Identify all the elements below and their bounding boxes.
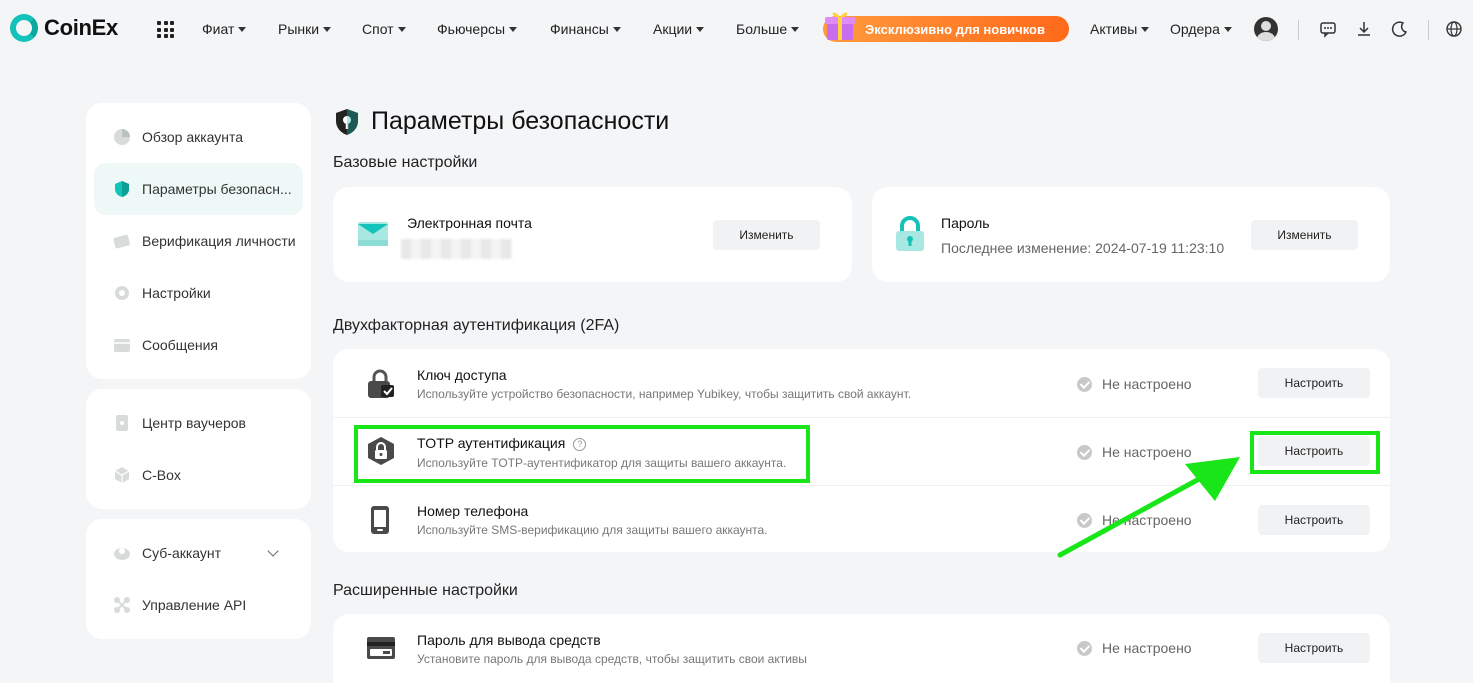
security-shield-icon: [336, 109, 358, 135]
sidebar-item-verification[interactable]: Верификация личности: [94, 215, 303, 267]
row-divider: [333, 485, 1390, 486]
download-icon[interactable]: [1355, 20, 1373, 38]
nav-more[interactable]: Больше: [736, 21, 800, 37]
sidebar-advanced-group: Суб-аккаунт Управление API: [86, 519, 311, 639]
advanced-settings-heading: Расширенные настройки: [333, 582, 518, 599]
sidebar-item-api[interactable]: Управление API: [94, 579, 303, 631]
promo-label: Эксклюзивно для новичков: [865, 21, 1045, 37]
nav-finance[interactable]: Финансы: [550, 21, 621, 37]
nav-divider: [1298, 20, 1299, 40]
chevron-down-icon: [509, 26, 518, 32]
chevron-down-icon[interactable]: [267, 545, 279, 557]
check-circle-icon: [1077, 376, 1092, 392]
gift-icon: [825, 12, 855, 40]
sub-account-icon: [114, 548, 130, 560]
sidebar-item-vouchers[interactable]: Центр ваучеров: [94, 397, 303, 449]
setup-withdrawal-password-button[interactable]: Настроить: [1258, 633, 1370, 663]
newcomer-promo-banner[interactable]: Эксклюзивно для новичков: [823, 12, 1069, 42]
email-value-masked: [401, 239, 512, 259]
basic-settings-heading: Базовые настройки: [333, 154, 478, 171]
message-icon: [114, 339, 130, 352]
check-circle-icon: [1077, 512, 1092, 528]
password-title: Пароль: [941, 215, 990, 231]
email-icon: [358, 222, 388, 246]
chevron-down-icon: [238, 26, 247, 32]
withdrawal-password-title: Пароль для вывода средств: [417, 632, 601, 648]
sidebar-item-overview[interactable]: Обзор аккаунта: [94, 111, 303, 163]
top-navigation: CoinEx Фиат Рынки Спот Фьючерсы Финансы …: [0, 0, 1473, 60]
coinex-logo[interactable]: CoinEx: [10, 14, 118, 42]
nav-divider: [1428, 20, 1429, 40]
sidebar-item-cbox[interactable]: C-Box: [94, 449, 303, 501]
box-icon: [114, 467, 130, 483]
phone-description: Используйте SMS-верификацию для защиты в…: [417, 523, 768, 537]
phone-title: Номер телефона: [417, 503, 529, 519]
coinex-logo-icon: [10, 14, 38, 42]
chevron-down-icon: [397, 26, 406, 32]
nav-orders[interactable]: Ордера: [1170, 21, 1232, 37]
totp-shield-icon: [368, 437, 394, 465]
phone-icon: [371, 506, 389, 534]
help-icon[interactable]: ?: [573, 438, 587, 451]
withdrawal-card-icon: [367, 637, 395, 659]
nav-spot[interactable]: Спот: [362, 21, 406, 37]
check-circle-icon: [1077, 640, 1092, 656]
change-email-button[interactable]: Изменить: [713, 220, 820, 250]
totp-description: Используйте TOTP-аутентификатор для защи…: [417, 456, 787, 470]
passkey-description: Используйте устройство безопасности, нап…: [417, 387, 912, 401]
voucher-icon: [116, 415, 128, 431]
totp-title: TOTP аутентификация?: [417, 435, 587, 451]
globe-icon[interactable]: [1445, 20, 1463, 38]
nav-futures[interactable]: Фьючерсы: [437, 21, 518, 37]
gear-icon: [115, 286, 129, 300]
phone-status: Не настроено: [1077, 512, 1192, 528]
sidebar-item-security[interactable]: Параметры безопасн...: [94, 163, 303, 215]
sidebar-item-messages[interactable]: Сообщения: [94, 319, 303, 371]
shield-icon: [115, 181, 129, 197]
change-password-button[interactable]: Изменить: [1251, 220, 1358, 250]
passkey-status: Не настроено: [1077, 376, 1192, 392]
sidebar-rewards-group: Центр ваучеров C-Box: [86, 389, 311, 509]
advanced-card: [333, 614, 1390, 683]
passkey-lock-icon: [368, 369, 394, 398]
check-circle-icon: [1077, 444, 1092, 460]
id-card-icon: [113, 234, 130, 249]
row-divider: [333, 417, 1390, 418]
chat-icon[interactable]: [1319, 20, 1337, 38]
chevron-down-icon: [1223, 26, 1232, 32]
moon-icon[interactable]: [1391, 20, 1409, 38]
setup-passkey-button[interactable]: Настроить: [1258, 368, 1370, 398]
password-last-changed: Последнее изменение: 2024-07-19 11:23:10: [941, 240, 1225, 256]
sidebar-account-group: Обзор аккаунта Параметры безопасн... Вер…: [86, 103, 311, 379]
withdrawal-password-description: Установите пароль для вывода средств, чт…: [417, 652, 807, 666]
pie-chart-icon: [114, 129, 130, 145]
page-title: Параметры безопасности: [371, 107, 670, 135]
sidebar-item-subaccount[interactable]: Суб-аккаунт: [94, 527, 303, 579]
chevron-down-icon: [696, 26, 705, 32]
passkey-title: Ключ доступа: [417, 367, 507, 383]
nav-markets[interactable]: Рынки: [278, 21, 332, 37]
nav-stocks[interactable]: Акции: [653, 21, 705, 37]
nav-assets[interactable]: Активы: [1090, 21, 1150, 37]
user-avatar[interactable]: [1254, 17, 1278, 41]
chevron-down-icon: [1141, 26, 1150, 32]
nav-fiat[interactable]: Фиат: [202, 21, 247, 37]
lock-icon: [896, 216, 924, 251]
withdrawal-password-status: Не настроено: [1077, 640, 1192, 656]
setup-phone-button[interactable]: Настроить: [1258, 505, 1370, 535]
api-icon: [114, 597, 130, 613]
twofa-heading: Двухфакторная аутентификация (2FA): [333, 317, 620, 334]
sidebar-item-settings[interactable]: Настройки: [94, 267, 303, 319]
chevron-down-icon: [323, 26, 332, 32]
brand-name: CoinEx: [44, 15, 118, 40]
email-title: Электронная почта: [407, 215, 532, 231]
apps-grid-icon[interactable]: [157, 21, 174, 38]
chevron-down-icon: [791, 26, 800, 32]
chevron-down-icon: [612, 26, 621, 32]
totp-status: Не настроено: [1077, 444, 1192, 460]
setup-totp-button[interactable]: Настроить: [1258, 436, 1370, 466]
